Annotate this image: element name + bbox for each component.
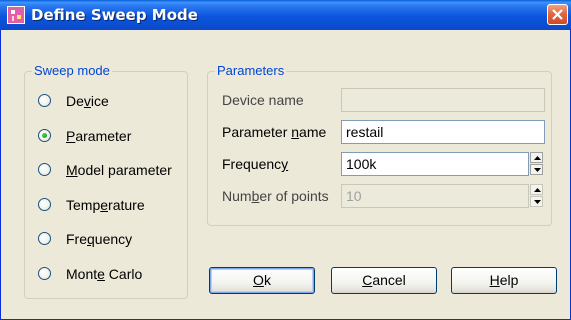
points-spin-down[interactable] bbox=[530, 196, 543, 207]
radio-label: Frequency bbox=[66, 231, 133, 247]
arrow-up-icon bbox=[534, 188, 541, 192]
radio-button[interactable] bbox=[38, 266, 51, 280]
sweep-mode-group: Sweep mode Device Parameter Model paramete… bbox=[24, 64, 188, 299]
device-name-label: Device name bbox=[222, 92, 304, 108]
ok-button[interactable]: Ok bbox=[209, 267, 315, 294]
cancel-button[interactable]: Cancel bbox=[331, 267, 437, 294]
frequency-label: Frequency bbox=[222, 156, 289, 172]
help-button[interactable]: Help bbox=[451, 267, 557, 294]
dialog-window: Define Sweep Mode Sweep mode Device Param… bbox=[0, 0, 571, 320]
radio-label: Temperature bbox=[66, 196, 145, 213]
parameters-legend: Parameters bbox=[215, 63, 287, 78]
radio-label: Monte Carlo bbox=[66, 265, 143, 282]
radio-button[interactable] bbox=[38, 232, 51, 245]
radio-label: Parameter bbox=[66, 127, 132, 144]
frequency-spin-up[interactable] bbox=[530, 152, 543, 163]
parameter-name-label: Parameter name bbox=[222, 124, 327, 140]
app-icon bbox=[7, 6, 25, 24]
radio-button[interactable] bbox=[38, 94, 51, 107]
number-of-points-field[interactable]: 10 bbox=[341, 184, 529, 208]
number-of-points-spinner[interactable] bbox=[530, 184, 545, 208]
radio-button[interactable] bbox=[38, 197, 51, 211]
radio-button[interactable] bbox=[38, 128, 51, 142]
frequency-field[interactable]: 100k bbox=[341, 152, 529, 176]
frequency-spin-down[interactable] bbox=[530, 164, 543, 175]
radio-label: Model parameter bbox=[66, 162, 172, 178]
frequency-spinner[interactable] bbox=[530, 152, 545, 176]
device-name-field[interactable] bbox=[341, 88, 545, 112]
arrow-down-icon bbox=[534, 200, 541, 204]
points-spin-up[interactable] bbox=[530, 184, 543, 195]
close-button[interactable] bbox=[547, 4, 568, 25]
arrow-up-icon bbox=[534, 156, 541, 160]
title-bar[interactable]: Define Sweep Mode bbox=[0, 0, 571, 30]
radio-label: Device bbox=[66, 93, 109, 109]
number-of-points-label: Number of points bbox=[222, 188, 329, 204]
parameter-name-field[interactable]: restail bbox=[341, 120, 545, 144]
close-icon bbox=[552, 9, 563, 20]
radio-button[interactable] bbox=[38, 163, 51, 176]
window-title: Define Sweep Mode bbox=[31, 6, 198, 24]
parameters-group: Parameters Device name Parameter name re… bbox=[207, 64, 552, 226]
radio-selected-dot bbox=[42, 132, 47, 138]
arrow-down-icon bbox=[534, 168, 541, 172]
sweep-mode-legend: Sweep mode bbox=[32, 63, 112, 78]
